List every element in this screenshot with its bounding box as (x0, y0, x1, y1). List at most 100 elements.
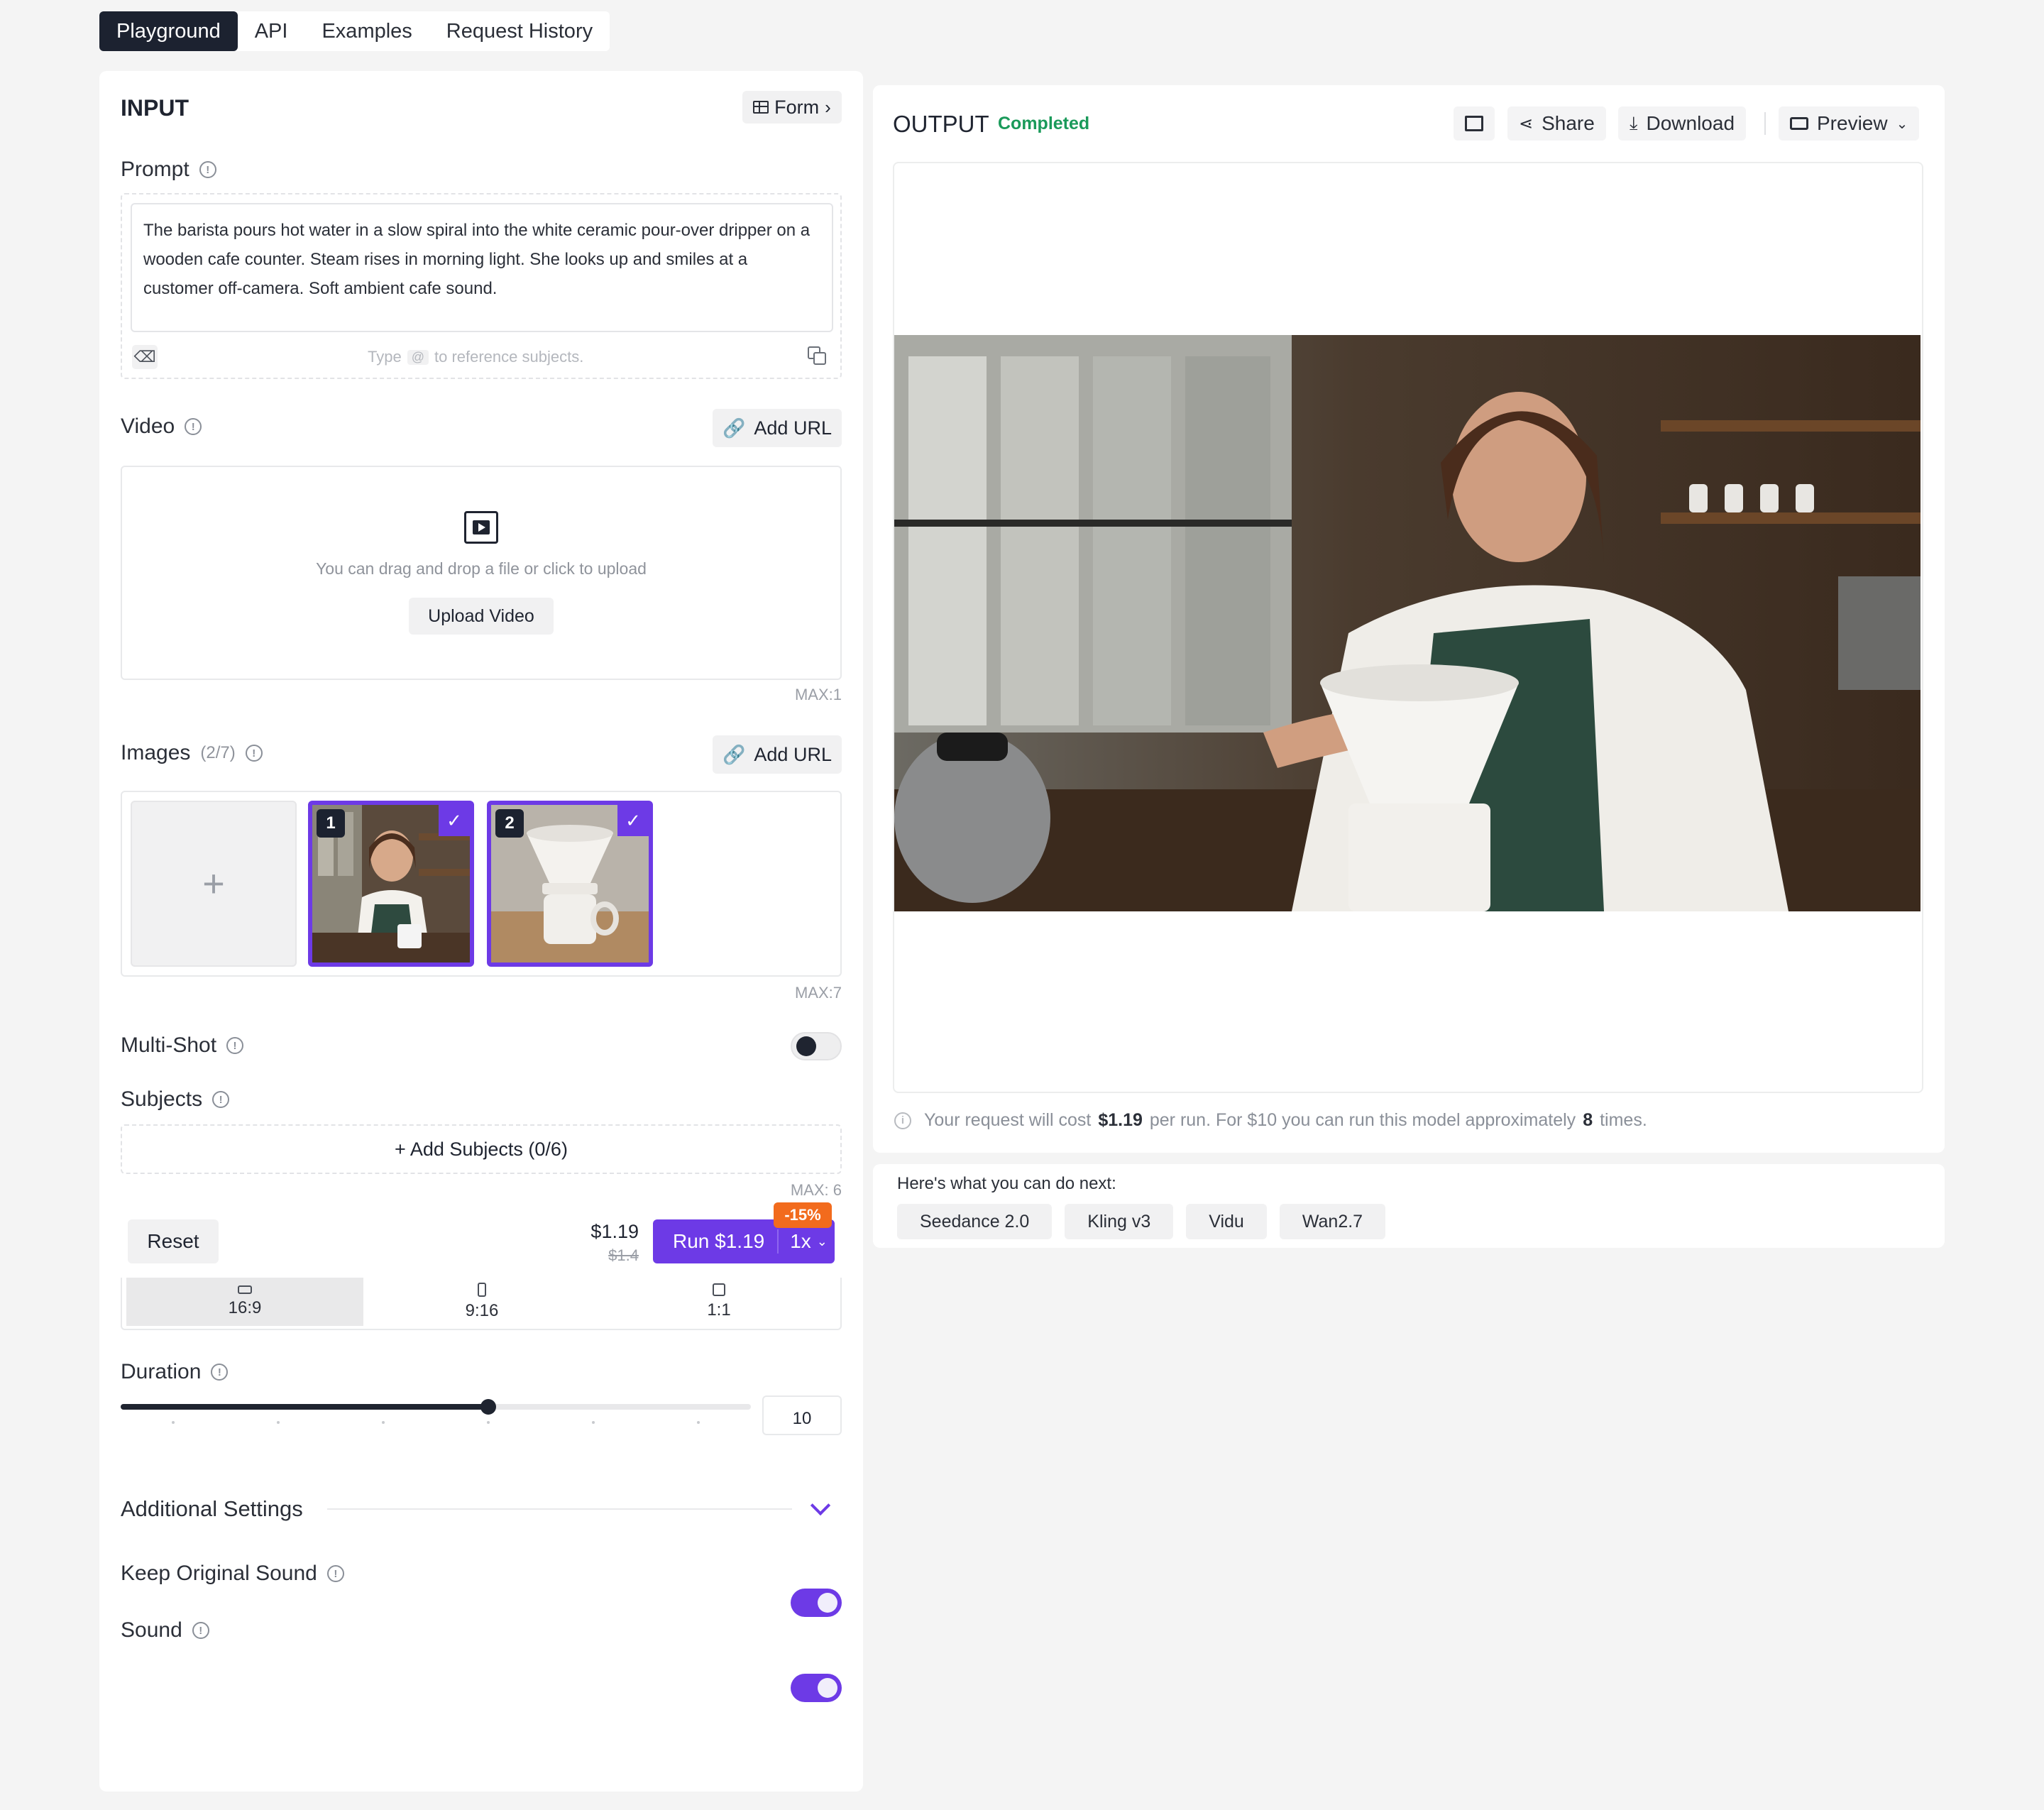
image-number-badge: 1 (317, 809, 345, 838)
ratio-label: 9:16 (465, 1301, 499, 1320)
link-icon: 🔗 (722, 417, 746, 439)
download-label: Download (1646, 112, 1735, 134)
next-steps-chips: Seedance 2.0 Kling v3 Vidu Wan2.7 (897, 1204, 1386, 1239)
slider-thumb[interactable] (480, 1399, 496, 1415)
additional-settings-header[interactable]: Additional Settings (121, 1493, 842, 1525)
duration-value: 10 (792, 1409, 812, 1428)
video-add-url-button[interactable]: 🔗 Add URL (713, 409, 842, 447)
chip-vidu[interactable]: Vidu (1186, 1204, 1267, 1239)
status-badge: Completed (998, 114, 1090, 133)
info-icon: ! (185, 418, 202, 435)
duration-label-row: Duration ! (121, 1360, 229, 1384)
price: $1.19 (590, 1221, 639, 1242)
info-icon: ! (199, 161, 216, 178)
clear-icon[interactable]: ⌫ (132, 345, 158, 369)
at-key-badge: @ (407, 349, 429, 365)
top-tabs: Playground API Examples Request History (99, 11, 610, 51)
duration-slider[interactable] (121, 1398, 751, 1427)
slider-ticks (121, 1421, 751, 1424)
fullscreen-icon (1465, 116, 1483, 131)
link-icon: 🔗 (722, 743, 746, 765)
prompt-label: Prompt (121, 158, 189, 181)
chip-kling[interactable]: Kling v3 (1065, 1204, 1174, 1239)
reset-button[interactable]: Reset (128, 1219, 219, 1263)
video-max: MAX:1 (794, 686, 842, 703)
ratio-label: 16:9 (228, 1298, 262, 1317)
divider (326, 1508, 792, 1510)
form-toggle-button[interactable]: Form › (742, 91, 842, 124)
check-icon: ✓ (439, 805, 470, 836)
cost-pre: Your request will cost (924, 1110, 1092, 1130)
output-video[interactable] (894, 335, 1921, 911)
chevron-right-icon: › (825, 96, 831, 118)
prompt-textarea[interactable]: The barista pours hot water in a slow sp… (131, 203, 833, 332)
upload-video-button[interactable]: Upload Video (409, 598, 554, 635)
chip-seedance[interactable]: Seedance 2.0 (897, 1204, 1053, 1239)
keep-sound-label-row: Keep Original Sound ! (121, 1562, 344, 1586)
add-subjects-label: + Add Subjects (0/6) (395, 1138, 568, 1160)
preview-dropdown[interactable]: Preview ⌄ (1779, 106, 1920, 141)
slider-fill (121, 1404, 488, 1410)
video-drop-text: You can drag and drop a file or click to… (316, 559, 647, 578)
table-icon (753, 101, 769, 114)
share-button[interactable]: ⋖ Share (1507, 106, 1606, 141)
info-icon: ! (326, 1565, 344, 1582)
fullscreen-button[interactable] (1454, 106, 1495, 141)
copy-icon[interactable] (806, 345, 829, 368)
chevron-down-icon (810, 1495, 831, 1516)
add-image-button[interactable]: + (131, 801, 297, 967)
ratio-16-9[interactable]: 16:9 (126, 1278, 363, 1326)
add-subjects-button[interactable]: + Add Subjects (0/6) (121, 1124, 842, 1174)
tab-examples[interactable]: Examples (304, 11, 429, 51)
landscape-icon (238, 1285, 252, 1294)
tab-request-history[interactable]: Request History (429, 11, 610, 51)
duration-input[interactable]: 10 (762, 1395, 842, 1435)
tab-api[interactable]: API (238, 11, 305, 51)
info-icon: ! (245, 745, 263, 762)
video-camera-icon (1790, 117, 1808, 130)
run-label: Run $1.19 (673, 1230, 765, 1252)
chip-wan[interactable]: Wan2.7 (1279, 1204, 1386, 1239)
form-label: Form (774, 96, 820, 118)
multishot-label: Multi-Shot (121, 1033, 217, 1057)
ratio-label: 1:1 (707, 1300, 731, 1320)
subjects-label: Subjects (121, 1087, 203, 1111)
image-number-badge: 2 (495, 809, 524, 838)
download-button[interactable]: ⤓ Download (1618, 106, 1747, 141)
cost-post: times. (1600, 1110, 1647, 1130)
duration-label: Duration (121, 1360, 202, 1383)
discount-badge: -15% (774, 1202, 832, 1228)
cost-note: i Your request will cost $1.19 per run. … (894, 1110, 1647, 1131)
run-multiplier-dropdown[interactable]: 1x ⌄ (779, 1230, 828, 1253)
cost-mid: per run. For $10 you can run this model … (1149, 1110, 1576, 1130)
prompt-text: The barista pours hot water in a slow sp… (143, 221, 811, 298)
multishot-toggle[interactable] (791, 1032, 842, 1060)
tab-playground[interactable]: Playground (99, 11, 238, 51)
plus-icon: + (202, 862, 225, 905)
images-max: MAX:7 (794, 984, 842, 1002)
keep-sound-toggle[interactable] (791, 1589, 842, 1617)
share-icon: ⋖ (1519, 114, 1534, 133)
images-label-row: Images (2/7) ! (121, 741, 263, 765)
info-icon: ! (226, 1037, 244, 1054)
video-play-icon (464, 511, 498, 544)
info-icon: i (894, 1112, 911, 1129)
additional-settings-label: Additional Settings (121, 1496, 303, 1521)
image-thumbnail[interactable]: 2 ✓ (487, 801, 653, 967)
check-icon: ✓ (617, 805, 649, 836)
ratio-9-16[interactable]: 9:16 (363, 1278, 600, 1326)
subjects-max: MAX: 6 (790, 1181, 842, 1199)
run-multiplier: 1x (790, 1230, 811, 1252)
video-label: Video (121, 415, 175, 438)
square-icon (713, 1283, 725, 1296)
next-steps-title: Here's what you can do next: (897, 1174, 1116, 1193)
info-icon: ! (212, 1091, 230, 1108)
sound-label: Sound (121, 1618, 182, 1642)
multishot-label-row: Multi-Shot ! (121, 1033, 244, 1058)
ratio-1-1[interactable]: 1:1 (600, 1278, 837, 1326)
share-label: Share (1542, 112, 1595, 134)
images-add-url-button[interactable]: 🔗 Add URL (713, 735, 842, 774)
sound-toggle[interactable] (791, 1674, 842, 1702)
image-thumbnail[interactable]: 1 ✓ (308, 801, 474, 967)
images-label: Images (121, 741, 191, 764)
